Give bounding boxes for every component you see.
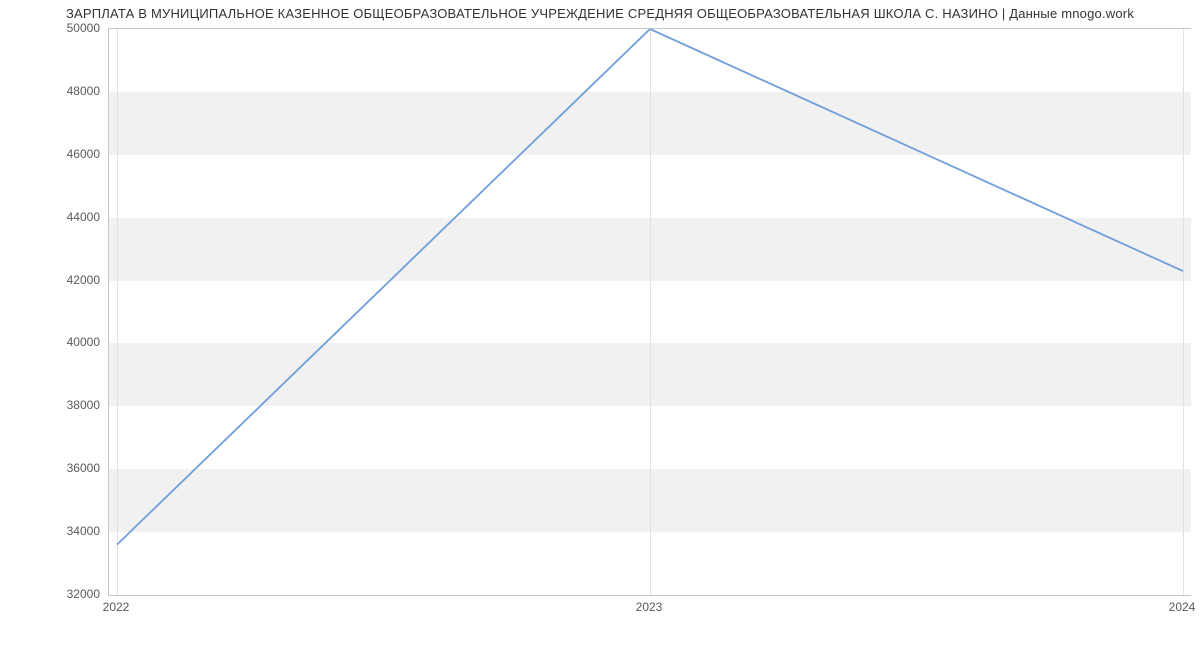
xtick-2022: 2022	[103, 600, 130, 614]
ytick-32000: 32000	[10, 587, 100, 601]
salary-line-chart: ЗАРПЛАТА В МУНИЦИПАЛЬНОЕ КАЗЕННОЕ ОБЩЕОБ…	[0, 0, 1200, 650]
plot-area	[108, 28, 1191, 596]
ytick-48000: 48000	[10, 84, 100, 98]
ytick-38000: 38000	[10, 398, 100, 412]
xtick-2023: 2023	[636, 600, 663, 614]
ytick-34000: 34000	[10, 524, 100, 538]
line-path	[117, 29, 1183, 545]
ytick-50000: 50000	[10, 21, 100, 35]
ytick-40000: 40000	[10, 335, 100, 349]
line-series	[109, 29, 1191, 595]
ytick-44000: 44000	[10, 210, 100, 224]
xtick-2024: 2024	[1169, 600, 1196, 614]
chart-title: ЗАРПЛАТА В МУНИЦИПАЛЬНОЕ КАЗЕННОЕ ОБЩЕОБ…	[0, 6, 1200, 21]
ytick-42000: 42000	[10, 273, 100, 287]
ytick-46000: 46000	[10, 147, 100, 161]
ytick-36000: 36000	[10, 461, 100, 475]
